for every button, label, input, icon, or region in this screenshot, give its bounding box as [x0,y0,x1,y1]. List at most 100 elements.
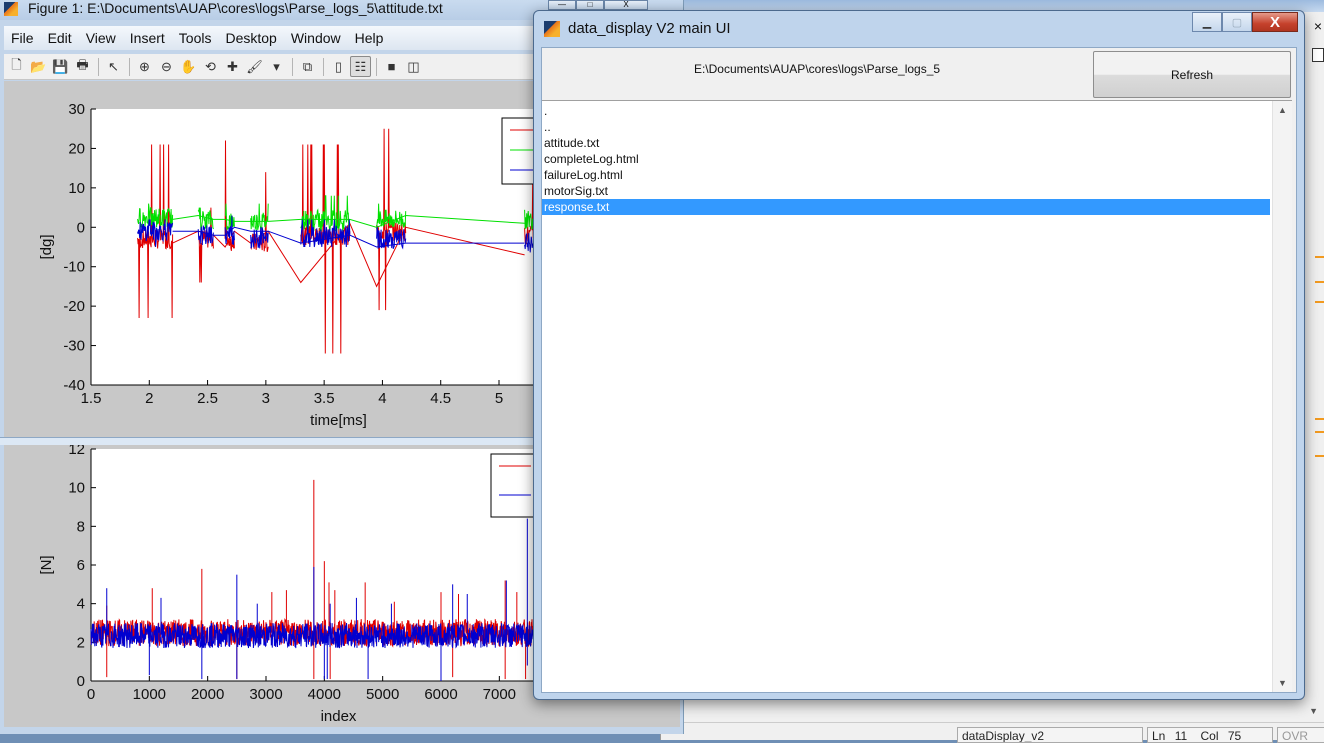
directory-path-label: E:\Documents\AUAP\cores\logs\Parse_logs_… [693,62,941,76]
toolbar-separator [292,57,293,76]
menu-insert[interactable]: Insert [123,30,172,46]
listbox-scrollbar[interactable]: ▲ ▼ [1272,101,1292,692]
y-tick-label: 30 [68,101,85,118]
menu-desktop[interactable]: Desktop [218,30,283,46]
brush-icon[interactable]: 🖌 [244,56,265,77]
code-marker[interactable] [1315,431,1324,433]
menu-view[interactable]: View [79,30,123,46]
y-tick-label: 10 [68,480,85,497]
file-list-item[interactable]: completeLog.html [542,151,1270,167]
refresh-button[interactable]: Refresh [1093,51,1291,98]
status-filename: dataDisplay_v2 [957,727,1143,743]
x-tick-label: 0 [87,686,95,703]
show-plot-tools-icon[interactable]: ◫ [403,56,424,77]
y-tick-label: 6 [77,557,85,574]
legend-icon[interactable]: ☷ [350,56,371,77]
dialog-minimize-button[interactable]: ▁ [1192,12,1222,32]
ln-label: Ln [1152,729,1166,743]
y-tick-label: 2 [77,634,85,651]
menu-file[interactable]: File [4,30,41,46]
zoom-in-icon[interactable]: ⊕ [134,56,155,77]
toolbar-separator [323,57,324,76]
toolbar-separator [98,57,99,76]
x-tick-label: 2 [145,390,153,407]
code-marker[interactable] [1315,281,1324,283]
ln-value: 11 [1174,729,1188,743]
menu-window[interactable]: Window [284,30,348,46]
y-tick-label: -40 [63,377,85,394]
data-cursor-icon[interactable]: ✚ [222,56,243,77]
figure-title: Figure 1: E:\Documents\AUAP\cores\logs\P… [28,0,443,16]
code-marker[interactable] [1315,301,1324,303]
dialog-maximize-button[interactable]: ▢ [1222,12,1252,32]
file-list-item[interactable]: failureLog.html [542,167,1270,183]
y-tick-label: 0 [77,219,85,236]
status-cursor-position: Ln 11 Col 75 [1147,727,1273,743]
y-tick-label: 8 [77,518,85,535]
save-icon[interactable]: 💾 [50,56,71,77]
x-tick-label: 7000 [483,686,516,703]
matlab-logo-icon [544,21,560,37]
y-tick-label: 12 [68,445,85,458]
pan-hand-icon[interactable]: ✋ [178,56,199,77]
open-file-icon[interactable]: 📂 [28,56,49,77]
menu-tools[interactable]: Tools [172,30,219,46]
x-tick-label: 6000 [424,686,457,703]
code-marker[interactable] [1315,455,1324,457]
figure-maximize-button[interactable]: □ [576,0,604,10]
dialog-body: E:\Documents\AUAP\cores\logs\Parse_logs_… [541,47,1297,693]
y-tick-label: -20 [63,298,85,315]
y-tick-label: 4 [77,596,85,613]
menu-help[interactable]: Help [348,30,391,46]
new-figure-icon[interactable]: 🗋 [6,56,27,77]
figure-close-button[interactable]: X [604,0,648,10]
editor-close-icon[interactable]: × [1314,18,1322,34]
x-tick-label: 4 [378,390,386,407]
x-axis-label: time[ms] [310,412,367,429]
file-list-item[interactable]: .. [542,119,1270,135]
code-marker[interactable] [1315,256,1324,258]
x-tick-label: 4000 [308,686,341,703]
data-display-dialog: data_display V2 main UI ▁ ▢ X E:\Documen… [533,10,1305,700]
y-tick-label: 0 [77,673,85,690]
edit-plot-arrow-icon[interactable]: ↖ [103,56,124,77]
link-plot-icon[interactable]: ⧉ [297,56,318,77]
menu-edit[interactable]: Edit [41,30,79,46]
toolbar-separator [376,57,377,76]
editor-undock-icon[interactable] [1312,48,1324,62]
x-tick-label: 3 [262,390,270,407]
y-axis-label: [dg] [38,234,55,259]
status-ovr-mode: OVR [1277,727,1324,743]
y-tick-label: 10 [68,180,85,197]
code-marker[interactable] [1315,418,1324,420]
y-tick-label: -30 [63,338,85,355]
file-list-item[interactable]: motorSig.txt [542,183,1270,199]
x-tick-label: 1000 [133,686,166,703]
file-list-item[interactable]: attitude.txt [542,135,1270,151]
matlab-logo-icon [4,2,18,16]
figure-minimize-button[interactable]: — [548,0,576,10]
x-tick-label: 5000 [366,686,399,703]
colorbar-icon[interactable]: ▯ [328,56,349,77]
print-icon[interactable]: 🖶 [72,56,93,77]
y-axis-label: [N] [38,555,55,574]
dialog-close-button[interactable]: X [1252,12,1298,32]
toolbar-separator [129,57,130,76]
editor-scroll-down-icon[interactable]: ▼ [1309,706,1318,716]
scroll-down-icon[interactable]: ▼ [1278,678,1287,688]
x-tick-label: 3000 [249,686,282,703]
file-list-item[interactable]: response.txt [542,199,1270,215]
zoom-out-icon[interactable]: ⊖ [156,56,177,77]
y-tick-label: -10 [63,259,85,276]
editor-status-bar: dataDisplay_v2 Ln 11 Col 75 OVR [661,722,1324,743]
rotate-3d-icon[interactable]: ⟲ [200,56,221,77]
scroll-up-icon[interactable]: ▲ [1278,105,1287,115]
col-label: Col [1200,729,1219,743]
x-axis-label: index [321,708,357,725]
file-listbox[interactable]: ... attitude.txt completeLog.html failureLo… [542,100,1292,692]
x-tick-label: 2.5 [197,390,218,407]
x-tick-label: 2000 [191,686,224,703]
brush-dropdown-icon[interactable]: ▾ [266,56,287,77]
file-list-item[interactable]: . [542,103,1270,119]
hide-plot-tools-icon[interactable]: ■ [381,56,402,77]
